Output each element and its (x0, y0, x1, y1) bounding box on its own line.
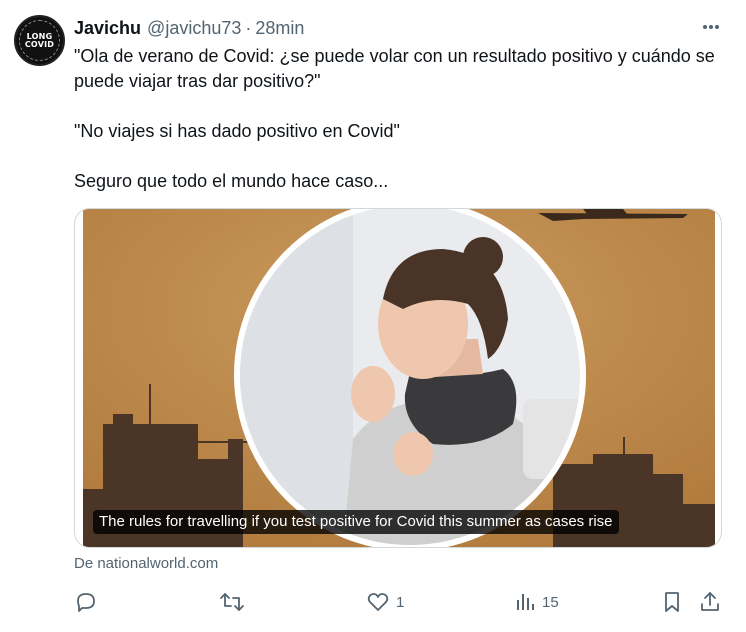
views-count: 15 (542, 593, 559, 611)
card-source[interactable]: De nationalworld.com (74, 555, 218, 572)
card-image: The rules for travelling if you test pos… (83, 209, 715, 547)
avatar-text-bottom: COVID (24, 39, 55, 49)
retweet-button[interactable] (219, 586, 251, 618)
bookmark-icon (665, 592, 679, 612)
avatar[interactable]: LONG COVID (14, 15, 65, 66)
heart-icon (367, 593, 389, 611)
more-options-button[interactable] (698, 14, 724, 40)
retweet-icon (220, 593, 244, 611)
tweet-line-3: Seguro que todo el mundo hace caso... (74, 171, 389, 191)
link-card[interactable]: The rules for travelling if you test pos… (74, 208, 722, 548)
bookmark-button[interactable] (660, 586, 684, 618)
views-chart-icon (517, 594, 534, 610)
card-caption: The rules for travelling if you test pos… (93, 510, 619, 534)
tweet[interactable]: LONG COVID Javichu @javichu73 · 28min "O… (0, 0, 746, 632)
tweet-line-2: "No viajes si has dado positivo en Covid… (74, 121, 400, 141)
more-horizontal-icon (703, 25, 719, 29)
separator: · (245, 17, 252, 38)
like-count: 1 (396, 593, 405, 611)
share-icon (701, 592, 719, 611)
reply-icon (77, 593, 95, 612)
views-button[interactable]: 15 (514, 586, 559, 618)
card-illustration (83, 209, 715, 547)
author-handle[interactable]: @javichu73 (147, 18, 241, 39)
author-name[interactable]: Javichu (74, 18, 141, 39)
share-button[interactable] (698, 586, 722, 618)
action-bar: 1 15 (74, 586, 724, 618)
like-button[interactable]: 1 (366, 586, 404, 618)
tweet-line-1: "Ola de verano de Covid: ¿se puede volar… (74, 46, 715, 91)
tweet-text: "Ola de verano de Covid: ¿se puede volar… (74, 44, 724, 194)
reply-button[interactable] (74, 586, 104, 618)
timestamp[interactable]: 28min (255, 18, 304, 39)
tweet-header: Javichu @javichu73 · 28min (74, 16, 304, 40)
